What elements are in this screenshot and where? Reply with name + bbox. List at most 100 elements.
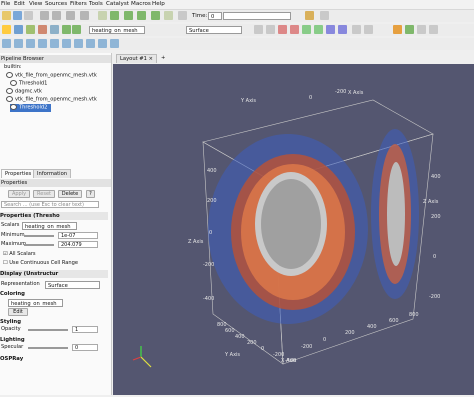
threshold-icon[interactable] [50,39,59,48]
menu-filters[interactable]: Filters [70,1,87,7]
rotate-icon[interactable] [352,25,361,34]
extract-subset-icon[interactable] [62,39,71,48]
custom-range-icon[interactable] [26,25,35,34]
reset-session-icon[interactable] [80,11,89,20]
contour-icon[interactable] [14,39,23,48]
redo-icon[interactable] [52,11,61,20]
rescale-icon[interactable] [14,25,23,34]
maximum-field[interactable]: 204.079 [58,241,98,248]
minimum-field[interactable]: 1e-07 [58,232,98,239]
view-minus-z-icon[interactable] [338,25,347,34]
first-frame-icon[interactable] [98,11,107,20]
array-select[interactable]: heating_on_mesh [89,26,145,34]
representation-label: Representation [1,281,40,287]
minimum-slider[interactable] [24,235,54,237]
menu-catalyst[interactable]: Catalyst [106,1,129,7]
reset-button[interactable]: Reset [33,190,55,198]
slice-icon[interactable] [38,39,47,48]
pipeline-item-threshold1[interactable]: Threshold1 [10,80,47,88]
menu-tools[interactable]: Tools [89,1,103,7]
continuous-range-checkbox[interactable]: ☐ Use Continuous Cell Range [3,260,78,267]
menu-file[interactable]: File [1,1,10,7]
tab-properties[interactable]: Properties [1,169,36,178]
find-data-icon[interactable] [305,11,314,20]
scalars-select[interactable]: heating_on_mesh [22,222,77,230]
show-center-icon[interactable] [429,25,438,34]
prev-frame-icon[interactable] [110,11,119,20]
undo-icon[interactable] [40,11,49,20]
eye-icon[interactable] [10,80,17,86]
specular-field[interactable]: 0 [72,344,98,351]
representation-select[interactable]: Surface [186,26,242,34]
play-back-icon[interactable] [124,11,133,20]
pipeline-item-vtk1[interactable]: vtk_file_from_openmc_mesh.vtk [6,72,97,80]
view-plus-y-icon[interactable] [302,25,311,34]
open-icon[interactable] [2,11,11,20]
section-display[interactable]: Display (Unstructur [0,270,108,278]
time-slider[interactable] [223,12,291,20]
menu-edit[interactable]: Edit [14,1,25,7]
pipeline-item-vtk2[interactable]: vtk_file_from_openmc_mesh.vtk [6,96,97,104]
maximum-slider[interactable] [24,244,54,246]
last-frame-icon[interactable] [164,11,173,20]
clip-icon[interactable] [26,39,35,48]
center-axes-icon[interactable] [405,25,414,34]
search-input[interactable]: Search ... (use Esc to clear text) [1,201,99,208]
specular-slider[interactable] [28,347,68,349]
calculator-icon[interactable] [2,39,11,48]
view-minus-y-icon[interactable] [314,25,323,34]
connect-icon[interactable] [24,11,33,20]
group-icon[interactable] [110,39,119,48]
annotation-icon[interactable] [72,25,81,34]
tab-information[interactable]: Information [33,169,72,178]
interaction-mode-icon[interactable] [393,25,402,34]
menu-macros[interactable]: Macros [131,1,151,7]
view-minus-x-icon[interactable] [290,25,299,34]
edit-button[interactable]: Edit [8,308,28,316]
rotate-ccw-icon[interactable] [364,25,373,34]
render-canvas[interactable] [113,64,474,395]
representation-combo[interactable]: Surface [45,281,100,289]
menu-view[interactable]: View [29,1,42,7]
help-button[interactable]: ? [86,190,95,198]
eye-icon[interactable] [6,88,13,94]
warp-icon[interactable] [98,39,107,48]
stream-tracer-icon[interactable] [86,39,95,48]
section-properties[interactable]: Properties (Thresho [0,212,108,220]
menu-help[interactable]: Help [152,1,165,7]
save-icon[interactable] [13,11,22,20]
zoom-to-data-icon[interactable] [266,25,275,34]
all-scalars-checkbox[interactable]: ☑ All Scalars [3,251,36,258]
view-plus-x-icon[interactable] [278,25,287,34]
pipeline-item-dagmc[interactable]: dagmc.vtk [6,88,42,96]
tab-layout-1[interactable]: Layout #1 × [116,54,157,63]
apply-button[interactable]: Apply [8,190,30,198]
reset-camera-icon[interactable] [254,25,263,34]
eye-icon[interactable] [10,104,17,110]
pipeline-item-threshold2[interactable]: Threshold2 [10,104,52,112]
coloring-select[interactable]: heating_on_mesh [8,299,63,307]
pick-center-icon[interactable] [417,25,426,34]
opacity-field[interactable]: 1 [72,326,98,333]
delete-button[interactable]: Delete [58,190,82,198]
next-frame-icon[interactable] [151,11,160,20]
add-tab-icon[interactable]: + [158,54,169,63]
time-field[interactable]: 0 [208,12,222,20]
render-view[interactable]: Y Axis X Axis Z Axis Z Axis Y Axis X Axi… [113,64,474,395]
over-time-range-icon[interactable] [38,25,47,34]
color-map-icon[interactable] [2,25,11,34]
menu-sources[interactable]: Sources [45,1,67,7]
eye-icon[interactable] [6,96,13,102]
visible-range-icon[interactable] [50,25,59,34]
camera-icon[interactable] [66,11,75,20]
tbl-icon[interactable] [62,25,71,34]
tab-close-icon[interactable]: × [149,56,153,62]
eye-icon[interactable] [6,72,13,78]
glyph-icon[interactable] [74,39,83,48]
view-plus-z-icon[interactable] [326,25,335,34]
python-icon[interactable] [320,11,329,20]
loop-icon[interactable] [178,11,187,20]
opacity-slider[interactable] [28,329,68,331]
pipeline-item-builtin[interactable]: builtin: [4,64,22,71]
play-icon[interactable] [137,11,146,20]
